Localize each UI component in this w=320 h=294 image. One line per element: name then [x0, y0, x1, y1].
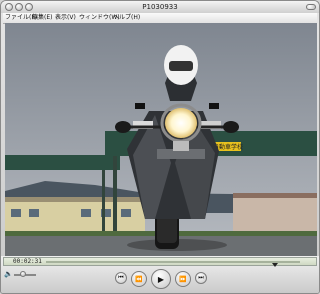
toolbar-toggle-icon[interactable]: [306, 4, 316, 10]
timeline-track[interactable]: [46, 261, 300, 267]
skip-forward-button[interactable]: ⏭: [195, 272, 207, 284]
current-time: 00:02:31: [13, 258, 42, 265]
timeline-panel: 00:02:31: [3, 257, 317, 267]
skip-back-button[interactable]: ⏮: [115, 272, 127, 284]
play-button[interactable]: ▶: [151, 269, 171, 289]
window-title: P1030933: [142, 3, 178, 11]
player-window: P1030933 ファイル(F) 編集(E) 表示(V) ウィンドウ(W) ヘル…: [0, 0, 320, 294]
rewind-icon: ⏪: [135, 275, 143, 283]
video-frame[interactable]: 高知自動車学校: [5, 23, 317, 256]
fast-forward-icon: ⏩: [179, 275, 187, 283]
rewind-button[interactable]: ⏪: [131, 271, 147, 287]
video-image: 高知自動車学校: [5, 23, 317, 256]
volume-slider[interactable]: [14, 271, 36, 277]
playhead-icon[interactable]: [271, 263, 278, 267]
volume-knob[interactable]: [19, 271, 26, 277]
fast-forward-button[interactable]: ⏩: [175, 271, 191, 287]
control-bar: 00:02:31 🔈 ⏮ ⏪ ▶ ⏩ ⏭: [1, 256, 319, 293]
skip-forward-icon: ⏭: [198, 274, 204, 281]
menu-edit[interactable]: 編集(E): [32, 13, 52, 23]
menu-view[interactable]: 表示(V): [55, 13, 76, 23]
play-icon: ▶: [157, 274, 165, 284]
volume-icon: 🔈: [4, 270, 13, 278]
menu-help[interactable]: ヘルプ(H): [113, 13, 140, 23]
title-bar: P1030933: [1, 1, 319, 13]
skip-back-icon: ⏮: [118, 274, 124, 281]
